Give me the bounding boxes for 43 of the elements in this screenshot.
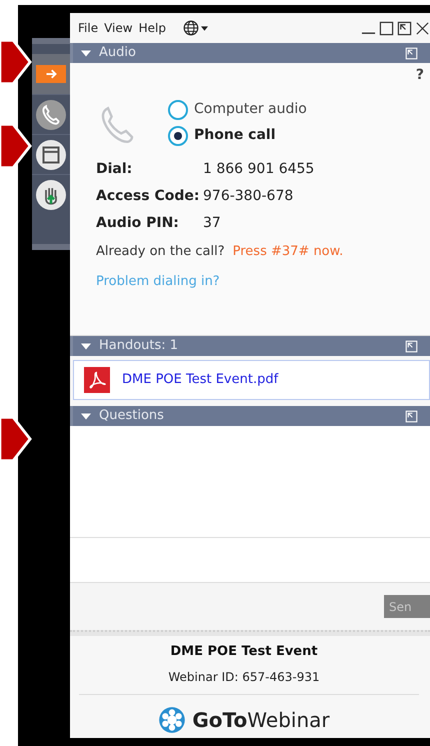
- prompt-text: Already on the call?: [96, 243, 225, 261]
- phone-icon: [36, 100, 66, 130]
- field-value: 1 866 901 6455: [203, 160, 316, 179]
- menu-item[interactable]: View: [104, 19, 133, 37]
- instruction-text: Press #37# now.: [232, 243, 344, 261]
- language-menu[interactable]: [182, 19, 208, 37]
- maximize-icon[interactable]: [379, 20, 394, 36]
- close-icon[interactable]: [415, 20, 430, 36]
- radio-option[interactable]: Phone call: [168, 125, 307, 146]
- field-value: 37: [203, 214, 222, 233]
- section-title: Questions: [99, 407, 164, 426]
- file-row[interactable]: DME POE Test Event.pdf: [73, 360, 430, 400]
- globe-icon: [182, 19, 200, 37]
- field-label: Dial:: [96, 160, 134, 179]
- question-input[interactable]: [70, 538, 430, 583]
- sidebar-button[interactable]: [32, 54, 70, 94]
- help-icon[interactable]: ?: [416, 65, 424, 86]
- window-icon: [36, 140, 66, 170]
- section-header[interactable]: Audio: [70, 43, 430, 63]
- radio-button[interactable]: [168, 126, 188, 146]
- popout-icon[interactable]: [397, 20, 412, 36]
- radio-button[interactable]: [168, 100, 188, 120]
- section-title: Audio: [99, 44, 136, 62]
- webinar-id: Webinar ID: 657-463-931: [168, 668, 320, 686]
- collapse-triangle-icon[interactable]: [81, 412, 91, 420]
- event-title: DME POE Test Event: [170, 643, 318, 661]
- menu-item[interactable]: Help: [138, 19, 166, 37]
- radio-option[interactable]: Computer audio: [168, 99, 307, 120]
- field-value: 976-380-678: [203, 187, 294, 206]
- menu-item[interactable]: File: [78, 19, 98, 37]
- logo-icon: [158, 706, 186, 734]
- raised-hand-icon: [36, 180, 66, 210]
- field-label: Access Code:: [96, 187, 200, 206]
- section-title: Handouts: 1: [99, 337, 178, 356]
- section-header[interactable]: Questions: [70, 406, 430, 426]
- pdf-icon: [84, 367, 110, 393]
- file-name: DME POE Test Event.pdf: [122, 371, 278, 390]
- collapse-triangle-icon[interactable]: [81, 50, 91, 56]
- caret-icon: [200, 26, 208, 30]
- field-label: Audio PIN:: [96, 214, 180, 233]
- section-header[interactable]: Handouts: 1: [70, 336, 430, 356]
- collapse-triangle-icon[interactable]: [81, 342, 91, 350]
- logo-text: GoToWebinar: [192, 706, 330, 734]
